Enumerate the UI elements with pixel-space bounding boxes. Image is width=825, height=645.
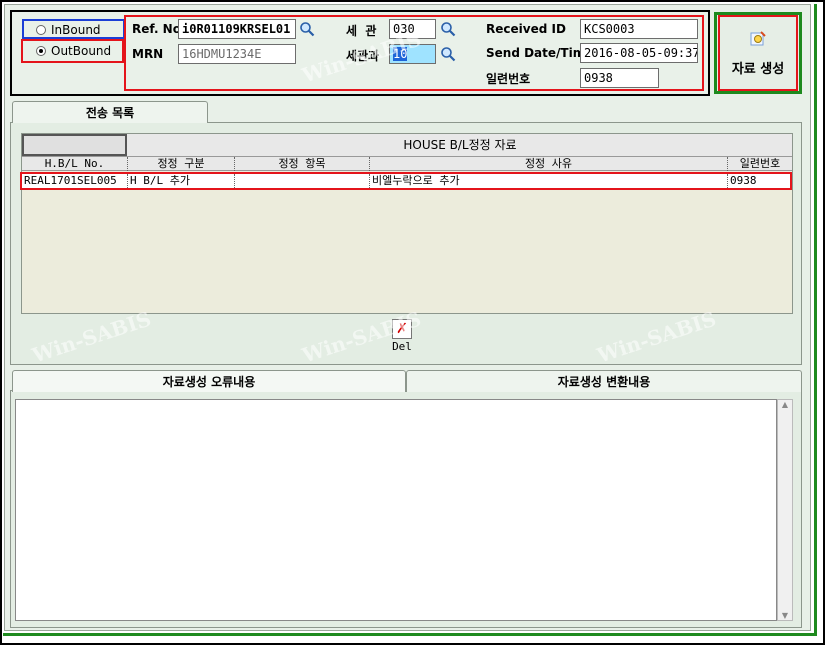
column-header-correction-reason[interactable]: 정정 사유 xyxy=(370,157,728,171)
cell-correction-type: H B/L 추가 xyxy=(128,174,235,188)
customs-dept-value: 10 xyxy=(393,47,408,61)
magnifier-icon xyxy=(300,22,315,37)
cell-correction-item xyxy=(235,174,370,188)
generate-button-label: 자료 생성 xyxy=(731,61,785,77)
grid-corner-cell[interactable] xyxy=(22,134,127,156)
inbound-label: InBound xyxy=(51,23,101,37)
tab-transfer-list[interactable]: 전송 목록 xyxy=(12,101,208,123)
mrn-label: MRN xyxy=(132,47,164,61)
scroll-down-arrow-icon[interactable]: ▼ xyxy=(782,611,788,620)
customs-search-button[interactable] xyxy=(439,20,457,38)
column-header-hbl-no[interactable]: H.B/L No. xyxy=(22,157,128,171)
send-datetime-field[interactable]: 2016-08-05-09:37 xyxy=(580,43,698,63)
tab-generation-conversion-label: 자료생성 변환내용 xyxy=(557,375,651,389)
mrn-field[interactable]: 16HDMU1234E xyxy=(178,44,296,64)
column-header-correction-item[interactable]: 정정 항목 xyxy=(235,157,370,171)
ref-no-search-button[interactable] xyxy=(298,20,316,38)
tab-transfer-list-label: 전송 목록 xyxy=(85,106,135,120)
send-datetime-label: Send Date/Time xyxy=(486,46,594,60)
table-row[interactable]: REAL1701SEL005 H B/L 추가 비엘누락으로 추가 0938 xyxy=(20,172,792,190)
delete-button[interactable]: ✗ Del xyxy=(388,319,416,353)
tab-generation-conversion[interactable]: 자료생성 변환내용 xyxy=(406,370,802,392)
inbound-radio[interactable]: InBound xyxy=(36,23,101,37)
scroll-up-arrow-icon[interactable]: ▲ xyxy=(782,400,788,409)
tab-generation-errors-label: 자료생성 오류내용 xyxy=(162,375,256,389)
serial-no-field[interactable]: 0938 xyxy=(580,68,659,88)
cell-hbl-no: REAL1701SEL005 xyxy=(22,174,128,188)
column-header-correction-type[interactable]: 정정 구분 xyxy=(128,157,235,171)
grid-title-row: HOUSE B/L정정 자료 xyxy=(22,134,792,157)
generate-data-button[interactable]: 자료 생성 xyxy=(718,15,798,91)
delete-x-icon: ✗ xyxy=(392,319,412,339)
grid-title: HOUSE B/L정정 자료 xyxy=(403,138,517,152)
magnifier-icon xyxy=(441,22,456,37)
grid-header-row: H.B/L No. 정정 구분 정정 항목 정정 사유 일련번호 xyxy=(22,157,792,171)
received-id-label: Received ID xyxy=(486,22,566,36)
delete-label: Del xyxy=(392,340,412,353)
ref-no-field[interactable]: i0R01109KRSEL01 xyxy=(178,19,296,39)
cell-correction-reason: 비엘누락으로 추가 xyxy=(370,174,728,188)
outbound-radio[interactable]: OutBound xyxy=(36,44,111,58)
serial-no-label: 일련번호 xyxy=(486,72,531,86)
outbound-label: OutBound xyxy=(51,44,112,58)
result-textarea[interactable] xyxy=(15,399,777,621)
magnifier-icon xyxy=(441,47,456,62)
cell-serial-no: 0938 xyxy=(730,174,757,187)
result-scrollbar[interactable]: ▲ ▼ xyxy=(777,399,793,621)
tab-generation-errors[interactable]: 자료생성 오류내용 xyxy=(12,370,406,392)
customs-dept-field[interactable]: 10 xyxy=(389,44,436,64)
customs-dept-label: 세관과 xyxy=(346,49,380,63)
column-header-serial-no[interactable]: 일련번호 xyxy=(728,157,792,171)
received-id-field[interactable]: KCS0003 xyxy=(580,19,698,39)
inbound-radio-indicator[interactable] xyxy=(36,25,46,35)
customs-label: 세 관 xyxy=(346,24,377,38)
generate-icon xyxy=(750,30,766,45)
customs-field[interactable]: 030 xyxy=(389,19,436,39)
outbound-radio-indicator[interactable] xyxy=(36,46,46,56)
customs-dept-search-button[interactable] xyxy=(439,45,457,63)
